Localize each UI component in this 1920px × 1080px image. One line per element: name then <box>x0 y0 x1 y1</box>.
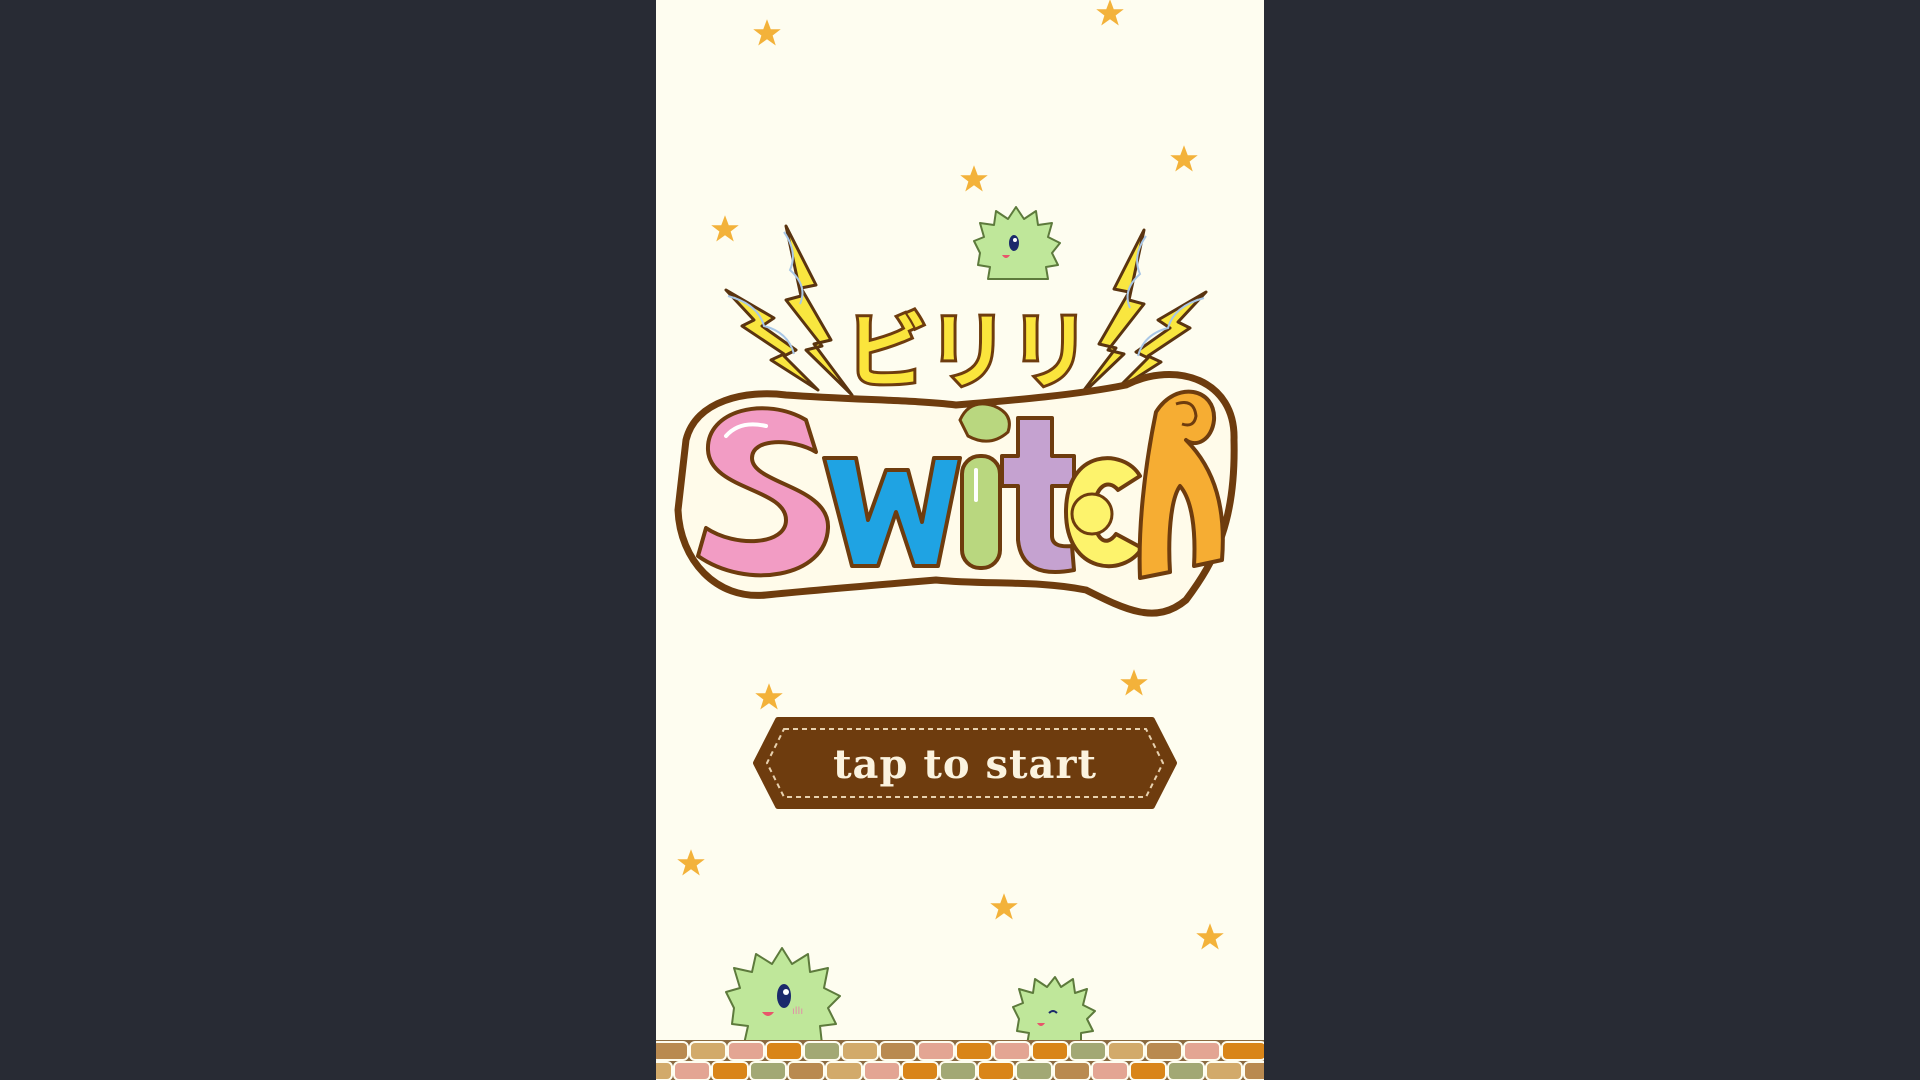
star-icon <box>1119 668 1149 698</box>
start-button-label: tap to start <box>833 740 1097 788</box>
fuzzy-critter-character <box>1012 976 1096 1046</box>
fuzzy-critter-character: ıllı <box>725 947 841 1045</box>
title-logo: ビリリ <box>674 206 1238 617</box>
star-icon <box>1195 922 1225 952</box>
fuzzy-critter-character <box>973 206 1061 280</box>
title-kana: ビリリ <box>845 305 1091 400</box>
star-icon <box>989 892 1019 922</box>
game-screen[interactable]: ビリリ tap to start ıllı <box>656 0 1264 1080</box>
svg-text:ıllı: ıllı <box>792 1006 803 1017</box>
start-button[interactable]: tap to start <box>752 716 1178 810</box>
lightning-bolt-icon <box>724 224 854 397</box>
star-icon <box>676 848 706 878</box>
star-icon <box>754 682 784 712</box>
brick-ground <box>656 1040 1264 1080</box>
